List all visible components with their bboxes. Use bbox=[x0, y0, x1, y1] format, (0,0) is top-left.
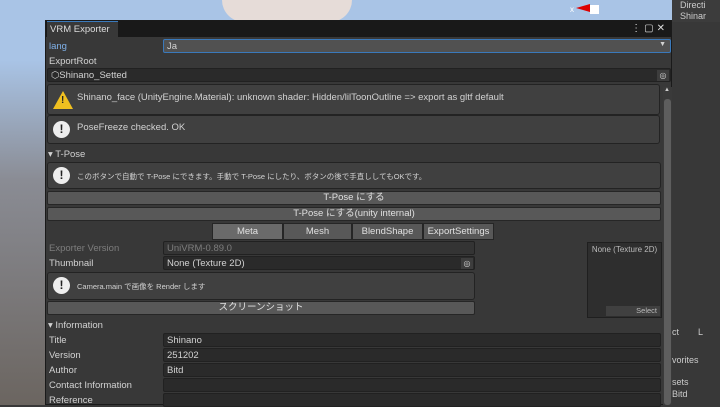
project-panel: ct L vorites sets Bitd bbox=[672, 325, 720, 405]
tab-blendshape[interactable]: BlendShape bbox=[352, 223, 423, 240]
version-label: Version bbox=[49, 350, 81, 361]
vrm-exporter-window: VRM Exporter ⋮▢✕ lang Ja ▼ ExportRoot ⬡Sh… bbox=[45, 20, 672, 407]
warning-icon: ! bbox=[53, 91, 73, 109]
lang-value: Ja bbox=[167, 41, 178, 52]
export-root-label: ExportRoot bbox=[49, 56, 97, 67]
info-icon: ! bbox=[53, 167, 70, 184]
project-item[interactable]: vorites bbox=[672, 355, 699, 365]
exporter-version-label: Exporter Version bbox=[49, 243, 120, 254]
contact-label: Contact Information bbox=[49, 380, 132, 391]
lang-dropdown[interactable]: Ja ▼ bbox=[163, 39, 671, 53]
info-icon: ! bbox=[53, 277, 70, 294]
more-icon[interactable]: ⋮ bbox=[631, 23, 644, 34]
console-tab[interactable]: L bbox=[698, 327, 703, 337]
scene-gizmo[interactable]: x bbox=[570, 4, 600, 15]
info-icon: ! bbox=[53, 121, 70, 138]
information-header: Information bbox=[55, 320, 103, 331]
scrollbar-thumb[interactable] bbox=[664, 99, 671, 405]
character-model bbox=[222, 0, 352, 22]
thumbnail-value: None (Texture 2D) bbox=[167, 258, 245, 269]
hierarchy-item[interactable]: Shinar bbox=[680, 11, 720, 22]
chevron-down-icon: ▼ bbox=[659, 41, 666, 48]
tpose-help-text: このボタンで自動で T-Pose にできます。手動で T-Pose にしたり、ボ… bbox=[77, 172, 427, 181]
warning-box: ! Shinano_face (UnityEngine.Material): u… bbox=[47, 84, 660, 115]
tpose-foldout[interactable]: ▾ T-Pose bbox=[48, 149, 85, 160]
hierarchy-item[interactable]: Directi bbox=[680, 0, 720, 11]
tab-mesh[interactable]: Mesh bbox=[283, 223, 352, 240]
right-panel: Directi Shinar ct L vorites sets Bitd bbox=[672, 0, 720, 405]
warning-text: Shinano_face (UnityEngine.Material): unk… bbox=[77, 92, 504, 103]
vertical-scrollbar[interactable]: ▲ bbox=[663, 87, 672, 405]
tpose-header: T-Pose bbox=[55, 149, 86, 160]
scroll-up-icon[interactable]: ▲ bbox=[664, 87, 670, 93]
contact-field[interactable] bbox=[163, 378, 661, 392]
project-item[interactable]: Bitd bbox=[672, 389, 688, 399]
title-label: Title bbox=[49, 335, 67, 346]
exporter-version-field: UniVRM-0.89.0 bbox=[163, 241, 475, 255]
project-item[interactable]: sets bbox=[672, 377, 689, 387]
title-field[interactable]: Shinano bbox=[163, 333, 661, 347]
tpose-internal-button[interactable]: T-Pose にする(unity internal) bbox=[47, 207, 661, 221]
camera-help-text: Camera.main で画像を Render します bbox=[77, 282, 206, 291]
tab-export-settings[interactable]: ExportSettings bbox=[423, 223, 494, 240]
project-tab[interactable]: ct bbox=[672, 327, 679, 337]
tpose-help-box: ! このボタンで自動で T-Pose にできます。手動で T-Pose にしたり… bbox=[47, 162, 661, 189]
window-tab[interactable]: VRM Exporter bbox=[47, 21, 118, 37]
select-button[interactable]: Select bbox=[606, 306, 660, 316]
info-box: ! PoseFreeze checked. OK bbox=[47, 115, 660, 144]
object-picker-icon[interactable]: ◎ bbox=[461, 258, 473, 269]
version-field[interactable]: 251202 bbox=[163, 348, 661, 362]
author-label: Author bbox=[49, 365, 77, 376]
author-field[interactable]: Bitd bbox=[163, 363, 661, 377]
info-text: PoseFreeze checked. OK bbox=[77, 122, 186, 133]
preview-label: None (Texture 2D) bbox=[591, 245, 658, 254]
thumbnail-label: Thumbnail bbox=[49, 258, 94, 269]
tpose-button[interactable]: T-Pose にする bbox=[47, 191, 661, 205]
screenshot-button[interactable]: スクリーンショット bbox=[47, 301, 475, 315]
thumbnail-field[interactable]: None (Texture 2D) ◎ bbox=[163, 256, 475, 270]
hierarchy-panel: Directi Shinar bbox=[672, 0, 720, 22]
export-root-value: Shinano_Setted bbox=[59, 70, 127, 81]
object-picker-icon[interactable]: ◎ bbox=[657, 70, 669, 81]
information-foldout[interactable]: ▾ Information bbox=[48, 320, 103, 331]
tab-meta[interactable]: Meta bbox=[212, 223, 283, 240]
maximize-icon[interactable]: ▢ bbox=[644, 23, 656, 34]
thumbnail-preview[interactable]: None (Texture 2D) Select bbox=[587, 242, 662, 318]
close-icon[interactable]: ✕ bbox=[657, 23, 668, 34]
camera-help-box: ! Camera.main で画像を Render します bbox=[47, 272, 475, 300]
tab-bar: VRM Exporter ⋮▢✕ bbox=[46, 21, 671, 37]
export-root-field[interactable]: ⬡Shinano_Setted ◎ bbox=[47, 68, 671, 82]
lang-label: lang bbox=[49, 41, 67, 52]
reference-label: Reference bbox=[49, 395, 93, 406]
